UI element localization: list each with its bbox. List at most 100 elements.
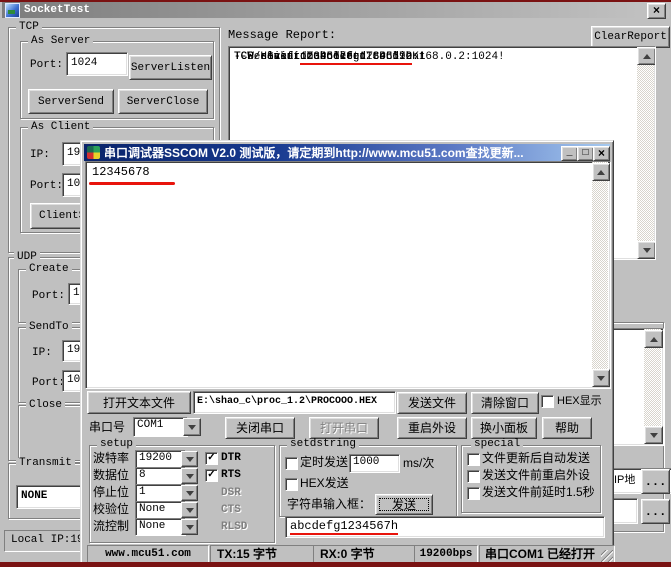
hex-display-checkbox[interactable] bbox=[541, 395, 554, 408]
report-scrollbar-track[interactable] bbox=[637, 47, 654, 258]
udp-sendto-label: SendTo bbox=[26, 322, 72, 333]
main-close-button[interactable]: × bbox=[647, 3, 666, 19]
scroll-down-icon[interactable] bbox=[644, 426, 663, 444]
sscom-scrollbar-track[interactable] bbox=[592, 162, 608, 386]
dtr-checkbox[interactable]: ✓ bbox=[205, 452, 218, 465]
report-line: TCP client connected to 192.168.0.2:1024… bbox=[234, 51, 505, 64]
screen-border-top bbox=[0, 0, 671, 2]
setdstring-group-label: setdstring bbox=[287, 439, 359, 450]
rts-checkbox[interactable]: ✓ bbox=[205, 469, 218, 482]
send-file-button[interactable]: 发送文件 bbox=[397, 392, 467, 414]
delay-before-send-checkbox[interactable] bbox=[467, 487, 480, 500]
send-button[interactable]: 发送 bbox=[375, 494, 433, 515]
restart-peripheral-button[interactable]: 重启外设 bbox=[397, 417, 467, 439]
string-input-label: 字符串输入框： bbox=[287, 498, 371, 510]
flowctrl-label: 流控制 bbox=[93, 520, 129, 532]
auto-send-checkbox[interactable] bbox=[467, 453, 480, 466]
baud-label: 波特率 bbox=[93, 452, 129, 464]
hex-send-checkbox[interactable] bbox=[285, 478, 298, 491]
stopbits-select[interactable]: 1 bbox=[135, 484, 186, 502]
browse-button-1[interactable]: ... bbox=[641, 469, 670, 494]
open-text-file-button[interactable]: 打开文本文件 bbox=[87, 391, 191, 414]
cts-indicator: CTS bbox=[221, 504, 241, 516]
auto-send-label: 文件更新后自动发送 bbox=[482, 452, 590, 464]
browse-button-2[interactable]: ... bbox=[641, 499, 670, 524]
rlsd-indicator: RLSD bbox=[221, 521, 247, 533]
open-port-button[interactable]: 打开串口 bbox=[309, 417, 379, 439]
flowctrl-select[interactable]: None bbox=[135, 518, 186, 536]
help-button[interactable]: 帮助 bbox=[542, 417, 592, 439]
databits-label: 数据位 bbox=[93, 469, 129, 481]
special-group-label: special bbox=[471, 439, 523, 450]
sendto-port-label: Port: bbox=[32, 377, 65, 389]
parity-label: 校验位 bbox=[93, 503, 129, 515]
scroll-up-icon[interactable] bbox=[644, 330, 663, 348]
parity-dropdown-icon[interactable] bbox=[181, 502, 198, 518]
delay-before-send-label: 发送文件前延时1.5秒 bbox=[482, 486, 595, 498]
hex-send-label: HEX发送 bbox=[300, 477, 349, 489]
flowctrl-dropdown-icon[interactable] bbox=[181, 519, 198, 535]
clear-report-button[interactable]: ClearReport bbox=[591, 26, 670, 48]
resize-grip[interactable] bbox=[601, 550, 613, 562]
databits-dropdown-icon[interactable] bbox=[181, 468, 198, 484]
interval-unit-label: ms/次 bbox=[403, 457, 434, 469]
client-port-label: Port: bbox=[30, 180, 63, 192]
sscom-icon bbox=[87, 146, 100, 159]
send-string-input[interactable]: abcdefg1234567h bbox=[285, 516, 605, 538]
baud-dropdown-icon[interactable] bbox=[181, 451, 198, 467]
restart-before-send-label: 发送文件前重启外设 bbox=[482, 469, 590, 481]
main-window-title: SocketTest bbox=[24, 4, 90, 16]
scroll-down-icon[interactable] bbox=[637, 241, 656, 259]
stopbits-dropdown-icon[interactable] bbox=[181, 485, 198, 501]
com-port-select[interactable]: COM1 bbox=[133, 417, 188, 437]
server-port-input[interactable]: 1024 bbox=[66, 52, 128, 76]
create-port-label: Port: bbox=[32, 290, 65, 302]
receive-textarea[interactable]: 12345678 bbox=[85, 161, 611, 389]
as-client-label: As Client bbox=[28, 122, 93, 133]
message-report-label: Message Report: bbox=[228, 29, 336, 41]
hex-display-label: HEX显示 bbox=[557, 395, 602, 407]
file-path-field[interactable]: E:\shao_c\proc_1.2\PROCOOO.HEX bbox=[193, 391, 396, 414]
com-port-dropdown-icon[interactable] bbox=[183, 418, 201, 436]
tcp-group-label: TCP bbox=[16, 22, 42, 33]
restart-before-send-checkbox[interactable] bbox=[467, 470, 480, 483]
small-panel-button[interactable]: 换小面板 bbox=[471, 417, 537, 439]
server-close-button[interactable]: ServerClose bbox=[118, 89, 208, 114]
baud-select[interactable]: 19200 bbox=[135, 450, 186, 468]
close-port-button[interactable]: 关闭串口 bbox=[225, 417, 295, 439]
screen-border-bottom bbox=[0, 562, 671, 567]
timed-send-label: 定时发送 bbox=[300, 456, 348, 468]
transmit-combo[interactable]: NONE bbox=[16, 485, 86, 509]
screen: SocketTest × TCP As Server Port: 1024 Se… bbox=[0, 0, 671, 567]
receive-text: 12345678 bbox=[92, 166, 150, 178]
sscom-window-title: 串口调试器SSCOM V2.0 测试版，请定期到http://www.mcu51… bbox=[104, 146, 556, 160]
databits-select[interactable]: 8 bbox=[135, 467, 186, 485]
dtr-label: DTR bbox=[221, 452, 241, 464]
setup-group-label: setup bbox=[97, 439, 136, 450]
clear-window-button[interactable]: 清除窗口 bbox=[471, 392, 539, 414]
red-underline-annotation bbox=[89, 182, 175, 185]
udp-group-label: UDP bbox=[14, 252, 40, 263]
stopbits-label: 停止位 bbox=[93, 486, 129, 498]
scroll-up-icon[interactable] bbox=[637, 47, 656, 65]
minimize-icon[interactable]: _ bbox=[561, 146, 578, 161]
server-port-label: Port: bbox=[30, 59, 63, 71]
timed-send-checkbox[interactable] bbox=[285, 457, 298, 470]
parity-select[interactable]: None bbox=[135, 501, 186, 519]
scroll-up-icon[interactable] bbox=[592, 163, 610, 181]
udp-close-label: Close bbox=[26, 400, 65, 411]
client-ip-label: IP: bbox=[30, 149, 50, 161]
maximize-icon[interactable]: □ bbox=[577, 146, 594, 161]
server-listen-button[interactable]: ServerListen bbox=[129, 55, 212, 80]
interval-input[interactable]: 1000 bbox=[349, 454, 400, 473]
close-icon[interactable]: × bbox=[593, 146, 610, 161]
com-port-label: 串口号 bbox=[89, 421, 125, 433]
app-icon bbox=[5, 3, 20, 18]
scroll-down-icon[interactable] bbox=[592, 369, 610, 387]
main-titlebar: SocketTest bbox=[2, 2, 669, 18]
sendto-ip-label: IP: bbox=[32, 347, 52, 359]
red-underlined-text: abcdefg1234567h bbox=[290, 519, 398, 535]
as-server-label: As Server bbox=[28, 36, 93, 47]
rts-label: RTS bbox=[221, 469, 241, 481]
server-send-button[interactable]: ServerSend bbox=[28, 89, 114, 114]
